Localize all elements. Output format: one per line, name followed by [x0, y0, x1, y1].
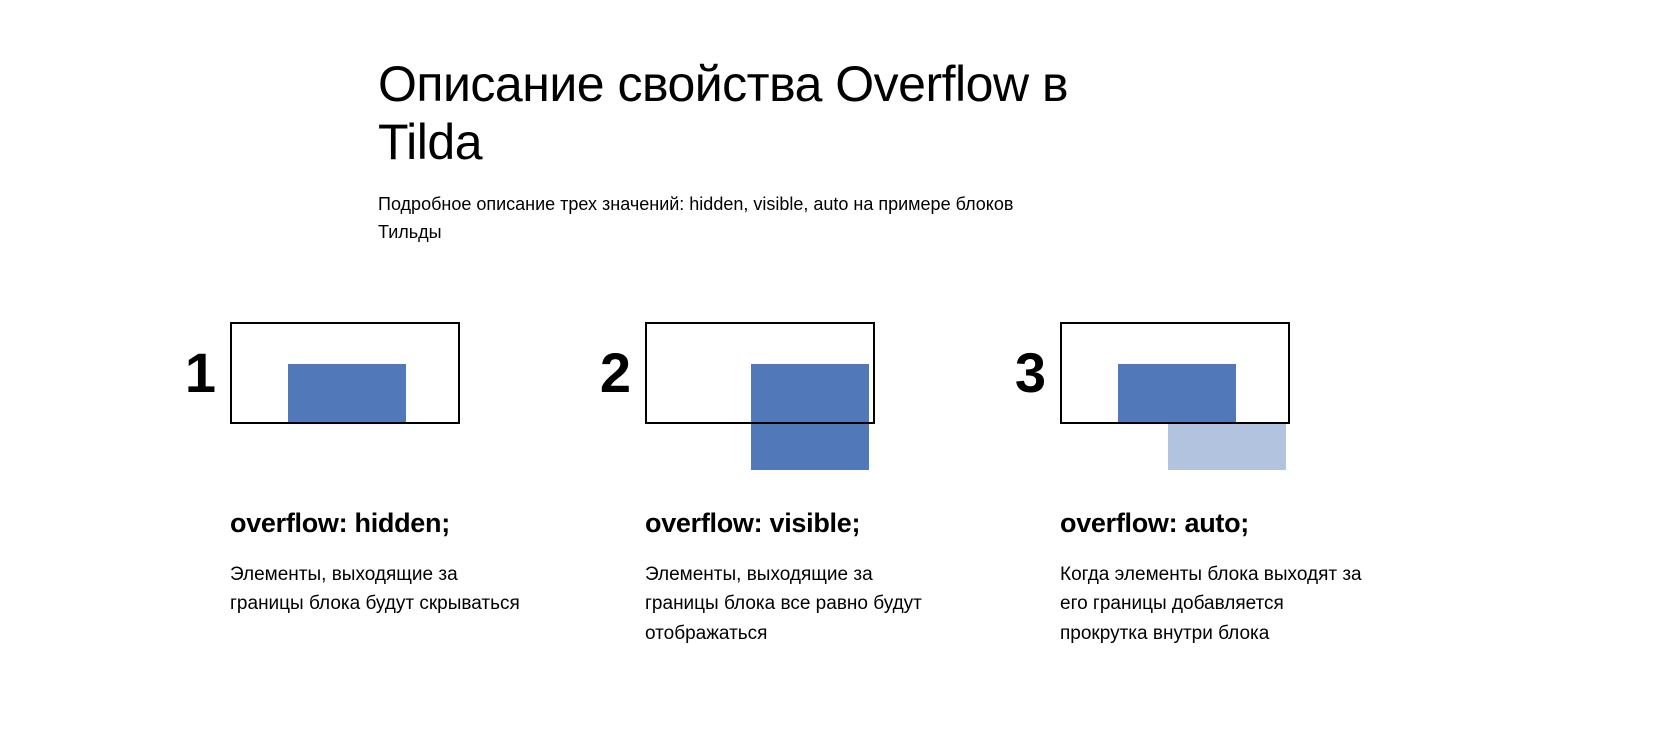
card-heading: overflow: hidden; [230, 508, 450, 539]
card-number: 1 [176, 340, 216, 405]
illustration-visible [645, 320, 875, 470]
outer-box [1060, 322, 1290, 424]
inner-rect-overflow-fade [1168, 424, 1286, 470]
card-number: 3 [1006, 340, 1046, 405]
outer-box [230, 322, 460, 424]
page-subtitle: Подробное описание трех значений: hidden… [378, 191, 1078, 247]
page-title: Описание свойства Overflow в Tilda [378, 56, 1078, 171]
illustration-auto [1060, 320, 1290, 470]
outer-box [645, 322, 875, 424]
inner-rect [1118, 364, 1236, 424]
card-heading: overflow: visible; [645, 508, 860, 539]
illustration-hidden [230, 320, 460, 470]
card-description: Элементы, выходящие за границы блока буд… [230, 560, 535, 619]
inner-rect [288, 364, 406, 424]
card-description: Элементы, выходящие за границы блока все… [645, 560, 950, 648]
card-heading: overflow: auto; [1060, 508, 1249, 539]
header-block: Описание свойства Overflow в Tilda Подро… [378, 56, 1078, 247]
card-description: Когда элементы блока выходят за его гран… [1060, 560, 1365, 648]
card-number: 2 [591, 340, 631, 405]
